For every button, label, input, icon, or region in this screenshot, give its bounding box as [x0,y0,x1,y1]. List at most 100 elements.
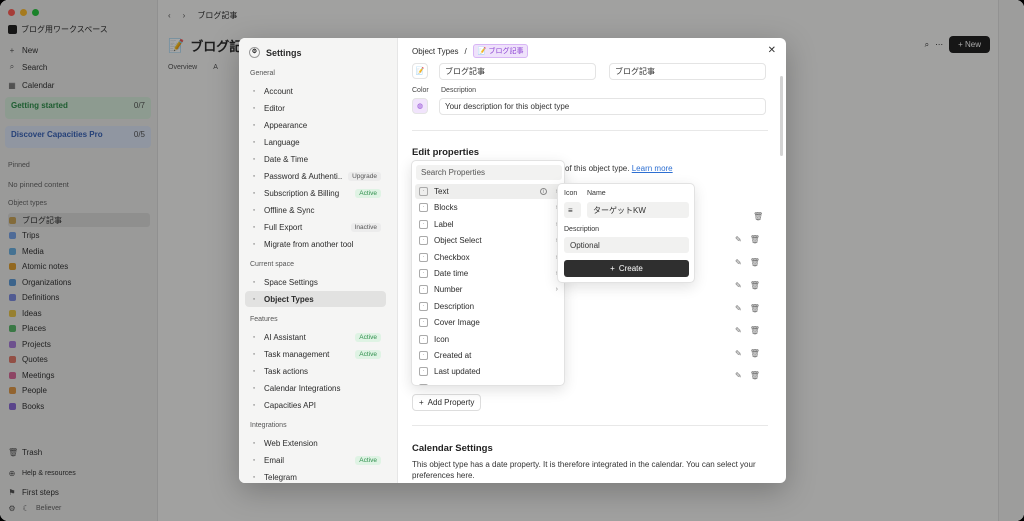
object-types-icon: ◦ [252,295,256,303]
settings-nav-item[interactable]: ◦ Full Export Inactive [245,219,386,235]
status-badge: Inactive [350,222,381,232]
property-type-option[interactable]: ·Checkbox› [415,250,562,265]
trash-icon[interactable]: 🗑 [750,304,760,313]
create-button[interactable]: + Create [564,260,689,277]
trash-icon[interactable]: 🗑 [750,235,760,244]
property-picker: Search Properties ·Texti›·Blocks› ·Label›… [411,160,565,386]
color-picker[interactable]: ◍ [412,98,428,114]
settings-nav-item[interactable]: ◦ Telegram [245,469,386,483]
property-type-option[interactable]: · Icon [415,332,562,347]
settings-nav-item[interactable]: ◦ Subscription & Billing Active [245,185,386,201]
settings-nav-item[interactable]: ◦ Password & Authenti... Upgrade [245,168,386,184]
clock-icon: ◦ [252,155,256,163]
property-type-option[interactable]: · Description [415,299,562,314]
settings-section-heading: Features [250,316,278,323]
status-badge: Active [355,455,381,465]
property-icon-picker[interactable]: ≡ [564,202,581,218]
settings-nav-item[interactable]: ◦ Account [245,83,386,99]
property-row-actions: ✎ 🗑 [735,304,760,313]
edit-icon[interactable]: ✎ [735,304,742,313]
property-type-option[interactable]: ·Object Select› [415,233,562,248]
object-icon-picker[interactable]: 📝 [412,63,428,79]
plus-icon: + [610,264,615,273]
language-icon: ◦ [252,138,256,146]
property-name-field[interactable]: ターゲットKW [587,202,689,218]
settings-nav-item[interactable]: ◦ Object Types [245,291,386,307]
web-icon: ◦ [252,439,256,447]
settings-nav-item[interactable]: ◦ Language [245,134,386,150]
edit-icon[interactable]: ✎ [735,258,742,267]
property-type-option[interactable]: ·Texti› [415,184,562,199]
trash-icon[interactable]: 🗑 [753,212,763,221]
settings-nav-item[interactable]: ◦ Email Active [245,452,386,468]
property-description-field[interactable]: Optional [564,237,689,253]
trash-icon[interactable]: 🗑 [750,281,760,290]
export-icon: ◦ [252,223,256,231]
property-type-option[interactable]: ·Label› [415,217,562,232]
property-type-option[interactable]: ·Date time› [415,266,562,281]
sync-icon: ◦ [252,206,256,214]
icon-label: Icon [564,190,578,197]
created-icon: · [419,351,428,360]
settings-nav-item[interactable]: ◦ Capacities API [245,397,386,413]
settings-nav-item[interactable]: ◦ Task actions [245,363,386,379]
settings-nav-item[interactable]: ◦ Offline & Sync [245,202,386,218]
settings-nav-item[interactable]: ◦ Space Settings [245,274,386,290]
add-property-button[interactable]: + Add Property [412,394,482,411]
gear-icon: ⚙ [249,47,260,58]
task-icon: ◦ [252,350,256,358]
property-type-option[interactable]: · Number › [415,282,562,297]
edit-icon[interactable]: ✎ [735,349,742,358]
property-type-option[interactable]: ·Blocks› [415,200,562,215]
migrate-icon: ◦ [252,240,256,248]
edit-properties-heading: Edit properties [412,147,480,158]
edit-icon[interactable]: ✎ [735,281,742,290]
property-type-option[interactable]: · Created at [415,348,562,363]
settings-section-heading: Integrations [250,422,287,429]
property-row-actions: 🗑 [753,212,763,221]
status-badge: Active [355,332,381,342]
property-search-input[interactable]: Search Properties [416,165,562,180]
date-time-icon: · [419,269,428,278]
object-plural-field[interactable]: ブログ記事 [609,63,766,80]
settings-header: ⚙ Settings [249,47,302,58]
trash-icon[interactable]: 🗑 [750,258,760,267]
edit-icon[interactable]: ✎ [735,326,742,335]
settings-nav-item[interactable]: ◦ Appearance [245,117,386,133]
property-type-option[interactable]: · Cover Image [415,315,562,330]
settings-nav-item[interactable]: ◦ Task management Active [245,346,386,362]
description-label: Description [441,87,477,94]
checkbox-icon: · [419,252,428,262]
settings-nav-item[interactable]: ◦ Editor [245,100,386,116]
settings-nav-item[interactable]: ◦ Migrate from another tool [245,236,386,252]
breadcrumb-object-types[interactable]: Object Types [412,47,459,56]
trash-icon[interactable]: 🗑 [750,349,760,358]
updated-icon: · [419,367,428,377]
settings-nav-item[interactable]: ◦ AI Assistant Active [245,329,386,345]
trash-icon[interactable]: 🗑 [750,326,760,335]
property-type-option[interactable]: · Last updated [415,364,562,379]
object-description-field[interactable]: Your description for this object type [439,98,766,115]
memo-icon: 📝 [415,68,425,75]
property-type-option[interactable]: ·Aliases [415,381,562,385]
text-icon: · [419,187,428,196]
settings-nav: ⚙ Settings General ◦ Account ◦ Editor ◦ Appear… [239,38,398,483]
label-icon: · [419,219,428,229]
chevron-right-icon: › [555,286,558,294]
close-icon[interactable]: ✕ [768,45,776,56]
appearance-icon: ◦ [252,121,256,129]
learn-more-link[interactable]: Learn more [632,164,673,173]
scrollbar[interactable] [780,76,783,156]
settings-nav-item[interactable]: ◦ Date & Time [245,151,386,167]
settings-nav-item[interactable]: ◦ Calendar Integrations [245,380,386,396]
info-icon[interactable]: i [539,188,547,195]
blocks-icon: · [419,203,428,213]
calendar-settings-text: This object type has a date property. It… [412,460,756,480]
settings-nav-item[interactable]: ◦ Web Extension [245,435,386,451]
edit-icon[interactable]: ✎ [735,235,742,244]
settings-section-heading: General [250,70,275,77]
trash-icon[interactable]: 🗑 [750,371,760,380]
status-badge: Active [355,349,381,359]
object-name-field[interactable]: ブログ記事 [439,63,596,80]
edit-icon[interactable]: ✎ [735,371,742,380]
